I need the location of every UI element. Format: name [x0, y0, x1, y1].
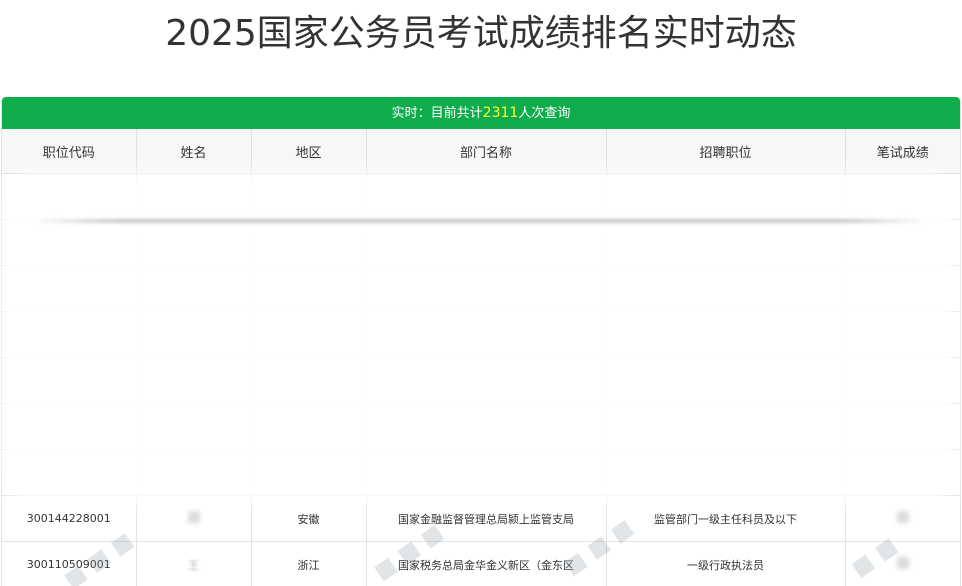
column-header-score: 笔试成绩: [845, 129, 960, 174]
redaction-stroke: [30, 219, 930, 223]
cell-score: [845, 541, 960, 586]
redacted-score: [896, 557, 909, 569]
column-header-dept: 部门名称: [366, 129, 607, 174]
cell-code: 300110509001: [2, 541, 137, 586]
redacted-score: [896, 511, 909, 523]
page-title: 2025国家公务员考试成绩排名实时动态: [165, 13, 797, 54]
table-row: 300110509001 王 浙江 国家税务总局金华金义新区（金东区 一级行政执…: [2, 541, 960, 586]
column-header-region: 地区: [251, 129, 367, 174]
cell-name: 王: [136, 541, 252, 586]
table-row: 300144228001 安徽 国家金融监督管理总局颍上监管支局 监管部门一级主…: [2, 495, 960, 542]
query-count: 2311: [482, 105, 519, 121]
status-bar: 实时：目前共计2311人次查询: [2, 97, 960, 129]
redacted-name: [187, 511, 200, 523]
redaction-overlay: [14, 182, 944, 492]
column-header-position: 招聘职位: [606, 129, 846, 174]
cell-score: [845, 495, 960, 542]
page: 2025国家公务员考试成绩排名实时动态 实时：目前共计2311人次查询 职位代码…: [0, 0, 962, 586]
column-header-name: 姓名: [136, 129, 252, 174]
cell-code: 300144228001: [2, 495, 137, 542]
cell-region: 安徽: [251, 495, 367, 542]
cell-dept: 国家金融监督管理总局颍上监管支局: [366, 495, 607, 542]
cell-dept: 国家税务总局金华金义新区（金东区: [366, 541, 607, 586]
cell-position: 一级行政执法员: [606, 541, 846, 586]
cell-region: 浙江: [251, 541, 367, 586]
status-suffix: 人次查询: [518, 106, 571, 121]
status-prefix: 实时：目前共计: [391, 106, 483, 121]
cell-position: 监管部门一级主任科员及以下: [606, 495, 846, 542]
cell-name: [136, 495, 252, 542]
column-header-code: 职位代码: [2, 129, 137, 174]
table-header-row: 职位代码 姓名 地区 部门名称 招聘职位 笔试成绩: [2, 129, 960, 174]
